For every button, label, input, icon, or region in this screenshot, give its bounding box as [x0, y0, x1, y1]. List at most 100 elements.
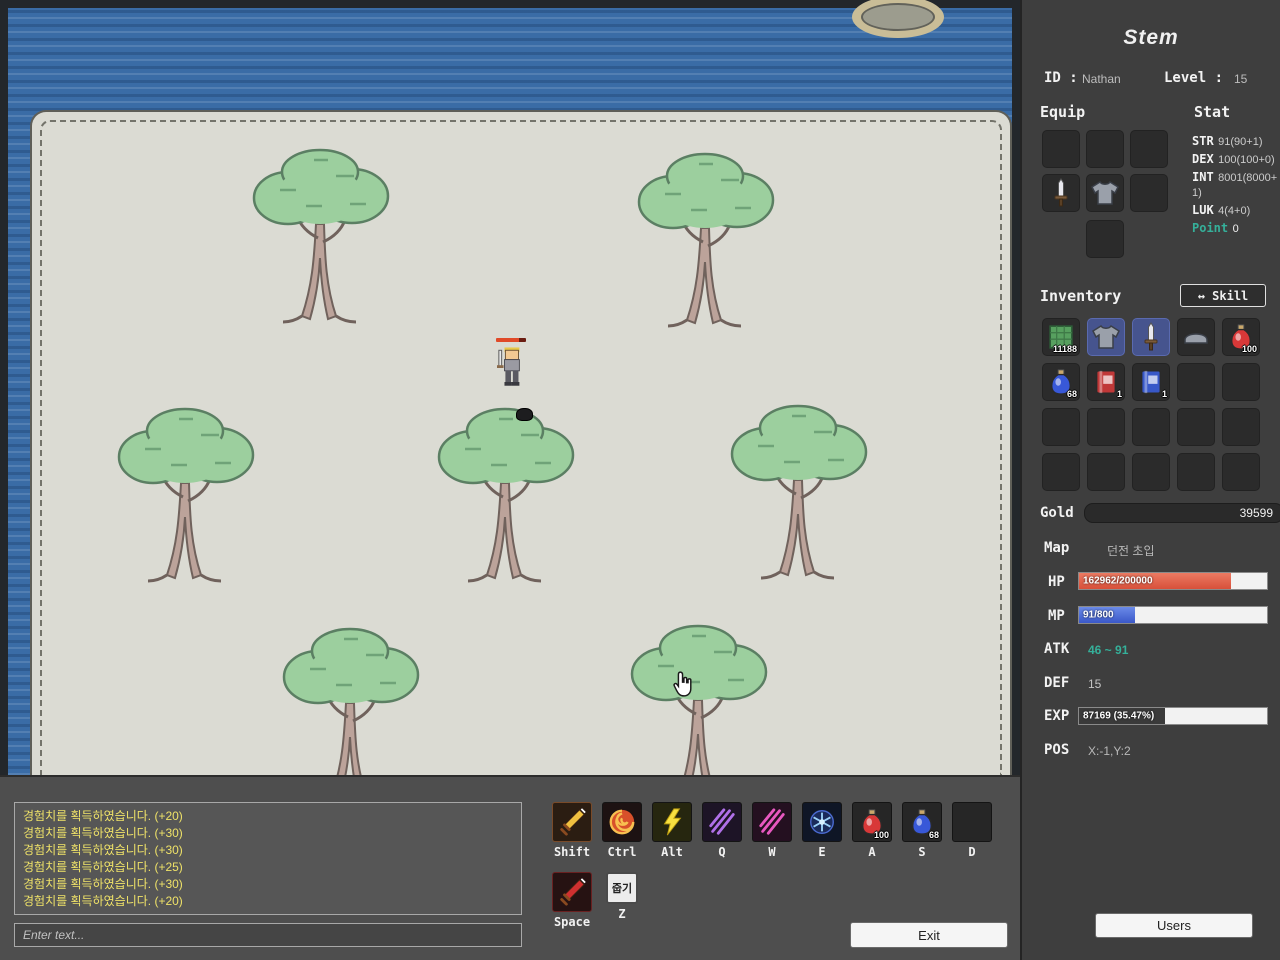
def-label: DEF [1044, 675, 1069, 691]
hotbar-slot-a[interactable]: 100 [852, 802, 892, 842]
inventory-slot[interactable] [1132, 408, 1170, 446]
equip-section-label: Equip [1040, 103, 1085, 121]
inventory-slot[interactable] [1042, 408, 1080, 446]
item-count: 1 [1117, 390, 1122, 399]
equip-slot[interactable] [1086, 220, 1124, 258]
tree [635, 150, 775, 330]
player-character [494, 338, 528, 410]
inventory-slot[interactable] [1177, 318, 1215, 356]
inventory-slot[interactable]: 1 [1087, 363, 1125, 401]
hotbar-slot-s[interactable]: 68 [902, 802, 942, 842]
item-count: 68 [1067, 390, 1077, 399]
hotkey-label: Space [554, 915, 590, 929]
tree [250, 146, 390, 326]
cap-item-icon [1182, 328, 1210, 346]
inventory-slot[interactable] [1087, 408, 1125, 446]
shirt-icon [1091, 179, 1119, 207]
exp-value: 87169 (35.47%) [1083, 711, 1154, 722]
pos-label: POS [1044, 742, 1069, 758]
hotkey-label: W [768, 845, 775, 859]
exp-label: EXP [1044, 708, 1069, 724]
stat-name: DEX [1192, 152, 1214, 166]
exit-button[interactable]: Exit [850, 922, 1008, 948]
inventory-slot[interactable]: 1 [1132, 363, 1170, 401]
inventory-slot[interactable] [1087, 318, 1125, 356]
inventory-slot[interactable] [1132, 453, 1170, 491]
gold-label: Gold [1040, 505, 1074, 521]
inventory-slot[interactable] [1222, 363, 1260, 401]
hotkey-label: S [918, 845, 925, 859]
inventory-slot[interactable]: 100 [1222, 318, 1260, 356]
skill-toggle-button[interactable]: ↔ Skill [1180, 284, 1266, 307]
hotbar-slot-e[interactable] [802, 802, 842, 842]
inventory-slot[interactable] [1177, 453, 1215, 491]
chat-input[interactable] [14, 923, 522, 947]
blue-book-item-icon [1138, 369, 1164, 395]
cursor-pointer-icon [672, 670, 694, 698]
inventory-slot[interactable]: 11188 [1042, 318, 1080, 356]
map-name: 던전 초입 [1107, 542, 1155, 559]
player-hp-bar [496, 338, 526, 342]
hotkey-label: Z [618, 907, 625, 921]
dropped-item[interactable] [516, 408, 533, 421]
hotbar-slot-w[interactable] [752, 802, 792, 842]
inventory-slot[interactable] [1177, 408, 1215, 446]
sword-item-icon [1143, 322, 1159, 352]
inventory-slot[interactable] [1222, 408, 1260, 446]
hotbar-slot-q[interactable] [702, 802, 742, 842]
atk-value: 46 ~ 91 [1088, 643, 1128, 657]
item-count: 11188 [1053, 345, 1077, 354]
inventory-slot[interactable] [1132, 318, 1170, 356]
hp-bar: 162962/200000 [1078, 572, 1268, 590]
item-count: 68 [929, 831, 939, 840]
chat-message: 경험치를 획득하였습니다. (+20) [23, 808, 513, 825]
hotbar-slot-alt[interactable] [652, 802, 692, 842]
fire-swirl-skill-icon [607, 807, 637, 837]
users-button[interactable]: Users [1095, 913, 1253, 938]
island [852, 0, 944, 38]
equip-slot-weapon[interactable] [1042, 174, 1080, 212]
tree [728, 402, 868, 582]
hotbar-slot-shift[interactable] [552, 802, 592, 842]
inventory-slot[interactable]: 68 [1042, 363, 1080, 401]
pickup-icon[interactable]: 줍기 [606, 872, 638, 904]
inventory-slot[interactable] [1042, 453, 1080, 491]
exp-bar: 87169 (35.47%) [1078, 707, 1268, 725]
hotbar-slot-space[interactable] [552, 872, 592, 912]
status-sidebar: Stem ID : Nathan Level : 15 Equip Stat S… [1020, 0, 1280, 960]
equip-slot[interactable] [1130, 130, 1168, 168]
mp-value: 91/800 [1083, 610, 1114, 621]
player-id: Nathan [1082, 72, 1121, 86]
island-center [861, 3, 935, 31]
equip-slot[interactable] [1130, 174, 1168, 212]
stat-section-label: Stat [1194, 103, 1230, 121]
point-value: 0 [1233, 223, 1239, 235]
gold-value: 39599 [1084, 503, 1280, 523]
shirt-item-icon [1092, 323, 1120, 351]
inventory-slot[interactable] [1222, 453, 1260, 491]
ice-orb-skill-icon [807, 807, 837, 837]
game-title: Stem [1022, 26, 1280, 50]
inventory-grid: 11188 100 68 1 1 [1042, 318, 1260, 491]
player-level: 15 [1234, 72, 1247, 86]
hotkey-label: D [968, 845, 975, 859]
map-label: Map [1044, 540, 1069, 556]
bottom-panel: 경험치를 획득하였습니다. (+20) 경험치를 획득하였습니다. (+30) … [0, 775, 1020, 960]
chat-message: 경험치를 획득하였습니다. (+30) [23, 842, 513, 859]
equip-slot[interactable] [1086, 130, 1124, 168]
def-value: 15 [1088, 677, 1101, 691]
chat-message: 경험치를 획득하였습니다. (+20) [23, 893, 513, 910]
equip-slot-shirt[interactable] [1086, 174, 1124, 212]
inventory-slot[interactable] [1087, 453, 1125, 491]
hotbar-slot-ctrl[interactable] [602, 802, 642, 842]
stat-value: 91(90+1) [1218, 136, 1262, 148]
pos-value: X:-1,Y:2 [1088, 744, 1131, 758]
inventory-slot[interactable] [1177, 363, 1215, 401]
equip-slot[interactable] [1042, 130, 1080, 168]
stat-name: STR [1192, 134, 1214, 148]
sword-icon [1053, 178, 1069, 208]
point-label: Point [1192, 221, 1228, 235]
hotkey-label: Ctrl [608, 845, 637, 859]
hotbar-slot-d[interactable] [952, 802, 992, 842]
chat-message: 경험치를 획득하였습니다. (+25) [23, 859, 513, 876]
